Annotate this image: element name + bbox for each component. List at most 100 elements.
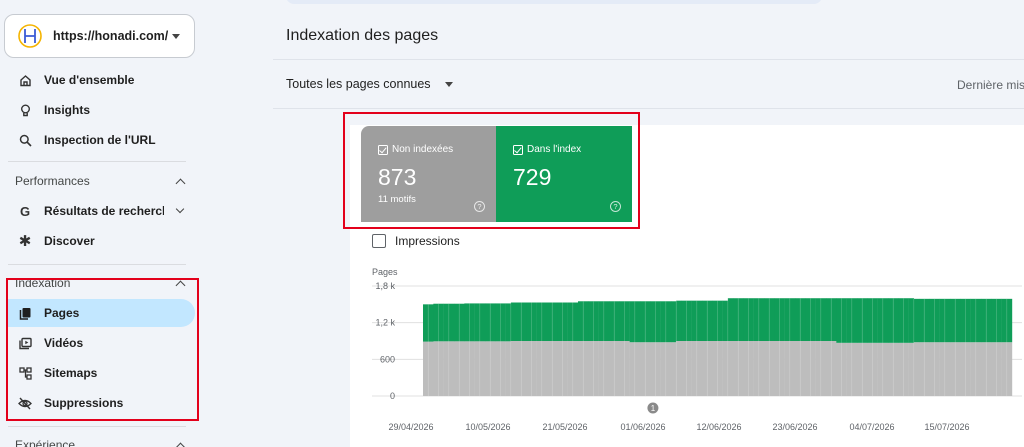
bar-indexed	[903, 298, 909, 343]
search-icon	[18, 133, 32, 147]
nav-item-insights[interactable]: Insights	[8, 96, 195, 124]
filter-label: Toutes les pages connues	[286, 77, 431, 91]
bar-not-indexed	[505, 341, 512, 396]
nav-item-sitemaps[interactable]: Sitemaps	[8, 359, 195, 387]
bar-not-indexed	[939, 342, 946, 396]
tile-not-indexed[interactable]: Non indexées 873 11 motifs ?	[361, 126, 496, 222]
tile-indexed[interactable]: Dans l'index 729 ?	[496, 126, 632, 222]
bar-not-indexed	[603, 341, 610, 396]
top-search-bar[interactable]	[286, 0, 822, 4]
nav-label: Pages	[44, 306, 80, 320]
bar-not-indexed	[469, 341, 475, 396]
bar-not-indexed	[531, 341, 537, 396]
bar-indexed	[562, 302, 568, 341]
bar-indexed	[753, 298, 760, 341]
bar-not-indexed	[934, 342, 940, 396]
bar-indexed	[944, 298, 951, 343]
bar-not-indexed	[862, 342, 868, 396]
help-icon[interactable]: ?	[610, 201, 621, 212]
bar-not-indexed	[510, 341, 517, 396]
bar-indexed	[676, 300, 682, 341]
bar-not-indexed	[908, 342, 915, 396]
nav-item-discover[interactable]: ✱ Discover	[8, 227, 195, 255]
bar-indexed	[758, 298, 765, 341]
bar-not-indexed	[707, 341, 713, 396]
bar-indexed	[433, 303, 439, 342]
nav-item-pages[interactable]: Pages	[8, 299, 195, 327]
bar-not-indexed	[944, 342, 951, 396]
nav-item-url-inspection[interactable]: Inspection de l'URL	[8, 126, 195, 154]
bar-indexed	[609, 301, 615, 341]
section-experience[interactable]: Expérience	[15, 438, 190, 447]
video-icon	[18, 336, 32, 350]
bar-indexed	[712, 300, 718, 341]
bar-indexed	[686, 300, 692, 341]
nav-item-overview[interactable]: Vue d'ensemble	[8, 66, 195, 94]
bar-indexed	[588, 301, 594, 341]
bar-indexed	[867, 298, 873, 343]
help-icon[interactable]: ?	[474, 201, 485, 212]
bar-indexed	[572, 302, 579, 341]
bar-not-indexed	[981, 342, 987, 396]
section-performance[interactable]: Performances	[15, 174, 190, 188]
bar-not-indexed	[805, 341, 811, 396]
bar-indexed	[831, 298, 837, 341]
bar-not-indexed	[903, 342, 909, 396]
checkbox-unchecked-icon[interactable]	[372, 234, 386, 248]
nav-item-removals[interactable]: Suppressions	[8, 389, 195, 417]
property-selector[interactable]: https://honadi.com/	[4, 14, 195, 58]
bar-not-indexed	[578, 341, 584, 396]
sidebar-divider	[8, 161, 186, 162]
bar-not-indexed	[991, 342, 997, 396]
bar-not-indexed	[733, 341, 739, 396]
bar-not-indexed	[815, 341, 822, 396]
checkbox-checked-icon[interactable]	[513, 145, 523, 155]
bar-not-indexed	[609, 341, 615, 396]
nav-label: Suppressions	[44, 396, 124, 410]
bar-indexed	[862, 298, 868, 343]
bar-indexed	[820, 298, 827, 341]
bar-not-indexed	[888, 342, 894, 396]
bar-not-indexed	[655, 342, 661, 396]
bar-not-indexed	[877, 342, 884, 396]
pages-filter-dropdown[interactable]: Toutes les pages connues	[286, 77, 453, 91]
bar-not-indexed	[748, 341, 754, 396]
bar-indexed	[578, 301, 584, 341]
chevron-up-icon	[175, 442, 186, 447]
bar-indexed	[671, 301, 677, 343]
bar-indexed	[557, 302, 563, 341]
bar-indexed	[955, 298, 961, 343]
bar-indexed	[691, 300, 698, 341]
bar-indexed	[805, 298, 811, 341]
nav-label: Sitemaps	[44, 366, 98, 380]
bar-not-indexed	[970, 342, 977, 396]
dropdown-caret-icon	[172, 34, 180, 39]
bar-indexed	[975, 298, 982, 343]
section-indexation[interactable]: Indexation	[15, 276, 190, 290]
bar-not-indexed	[650, 342, 656, 396]
bar-indexed	[702, 300, 708, 341]
bar-indexed	[769, 298, 775, 341]
dropdown-caret-icon	[444, 81, 453, 87]
bar-not-indexed	[702, 341, 708, 396]
bar-not-indexed	[495, 341, 501, 396]
bar-indexed	[800, 298, 806, 341]
bar-indexed	[490, 303, 496, 342]
checkbox-checked-icon[interactable]	[378, 145, 388, 155]
bar-indexed	[929, 298, 935, 343]
impressions-toggle[interactable]: Impressions	[372, 234, 460, 248]
home-icon	[18, 73, 32, 87]
indexation-chart: Pages 0 600 1,2 k 1,8 k 1 29/04/2026 10/05/2026…	[372, 267, 1022, 432]
bar-not-indexed	[774, 341, 780, 396]
bar-indexed	[536, 302, 543, 341]
bar-indexed	[650, 301, 656, 343]
bar-not-indexed	[758, 341, 765, 396]
bar-indexed	[423, 304, 429, 342]
sidebar: https://honadi.com/ Vue d'ensemble Insig…	[0, 0, 206, 447]
bar-indexed	[681, 300, 687, 341]
bar-not-indexed	[867, 342, 873, 396]
nav-item-videos[interactable]: Vidéos	[8, 329, 195, 357]
nav-item-search-results[interactable]: G Résultats de recherche	[8, 197, 195, 225]
bar-indexed	[438, 303, 444, 342]
bar-indexed	[810, 298, 816, 341]
